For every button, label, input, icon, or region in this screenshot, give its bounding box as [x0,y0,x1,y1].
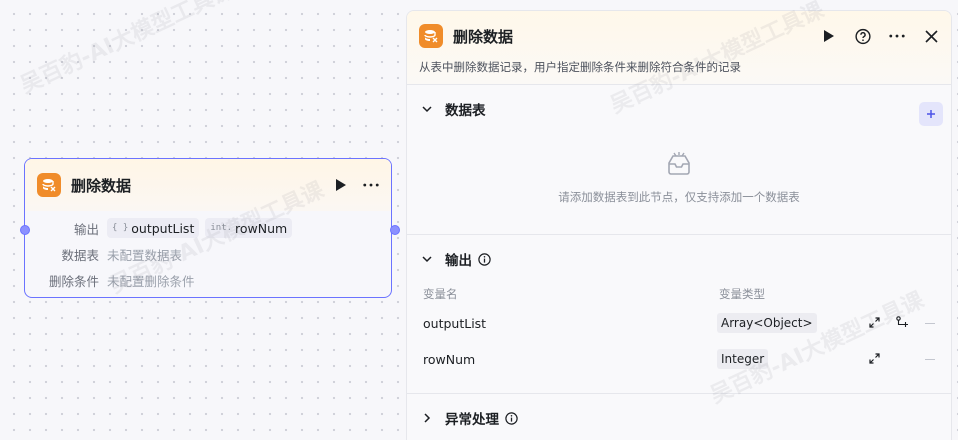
output-row: outputList Array<Object> [407,305,951,341]
table-section-title: 数据表 [445,103,486,119]
col-var-type: 变量类型 [719,287,765,301]
error-section: 异常处理 [407,394,951,440]
output-row: rowNum Integer [407,341,951,377]
watermark: 吴百豹-AI大模型工具课 [16,0,238,99]
panel-title[interactable]: 删除数据 [453,26,513,47]
table-empty-text: 请添加数据表到此节点，仅支持添加一个数据表 [558,190,800,204]
info-icon[interactable] [478,252,491,266]
node-condition-label: 删除条件 [48,273,99,289]
empty-box-icon [665,151,693,181]
node-condition-row: 删除条件 未配置删除条件 [37,267,379,293]
add-child-icon[interactable] [896,315,909,331]
table-empty-state: 请添加数据表到此节点，仅支持添加一个数据表 [407,133,951,234]
output-section-header[interactable]: 输出 [407,235,951,283]
node-table-row: 数据表 未配置数据表 [37,241,379,267]
panel-header: 删除数据 从表中删除数据记录，用户指定删除条件来删除符合条件的记录 [407,11,951,85]
database-delete-icon [419,24,443,48]
output-columns: 变量名 变量类型 [407,283,951,305]
node-title: 删除数据 [71,176,132,195]
run-icon[interactable] [821,28,837,44]
table-section: 数据表 请添加数据表到此节点，仅支持添加一个数据表 [407,85,951,235]
run-icon[interactable] [333,177,349,193]
error-section-header[interactable]: 异常处理 [407,394,951,440]
chevron-down-icon[interactable] [421,103,433,115]
info-icon[interactable] [505,411,518,425]
remove-icon[interactable] [925,358,935,360]
panel-description: 从表中删除数据记录，用户指定删除条件来删除符合条件的记录 [419,60,741,74]
output-var-type[interactable]: Array<Object> [717,313,817,333]
more-icon[interactable] [363,177,379,193]
output-tag-rownum: int. rowNum [205,218,293,238]
error-section-title: 异常处理 [445,412,499,428]
expand-icon[interactable] [869,352,880,367]
output-var-name: outputList [423,315,487,331]
output-var-name: rowNum [423,351,476,367]
table-section-header[interactable]: 数据表 [407,85,951,133]
output-var-type[interactable]: Integer [717,349,769,369]
node-header: 删除数据 [25,159,391,211]
output-section-title: 输出 [445,253,472,269]
chevron-right-icon[interactable] [421,412,433,424]
node-table-label: 数据表 [61,247,99,263]
help-icon[interactable] [855,28,871,44]
remove-icon[interactable] [925,322,935,324]
expand-icon[interactable] [869,316,880,331]
node-config-panel: 删除数据 从表中删除数据记录，用户指定删除条件来删除符合条件的记录 数据表 请添… [406,10,952,440]
database-delete-icon [37,173,61,197]
add-table-button[interactable] [919,102,943,126]
input-port[interactable] [20,225,30,235]
delete-data-node[interactable]: 删除数据 输出 { } outputList int. rowNum 数据表 未… [24,158,392,298]
output-tag-outputlist: { } outputList [107,218,200,238]
more-icon[interactable] [889,28,905,44]
col-var-name: 变量名 [423,287,458,301]
output-port[interactable] [390,225,400,235]
node-output-row: 输出 { } outputList int. rowNum [37,215,379,241]
chevron-down-icon[interactable] [421,253,433,265]
close-icon[interactable] [923,28,939,44]
node-output-label: 输出 [73,221,99,237]
node-condition-value: 未配置删除条件 [107,273,195,289]
node-table-value: 未配置数据表 [107,247,183,263]
output-section: 输出 变量名 变量类型 outputList Array<Object> row… [407,235,951,394]
